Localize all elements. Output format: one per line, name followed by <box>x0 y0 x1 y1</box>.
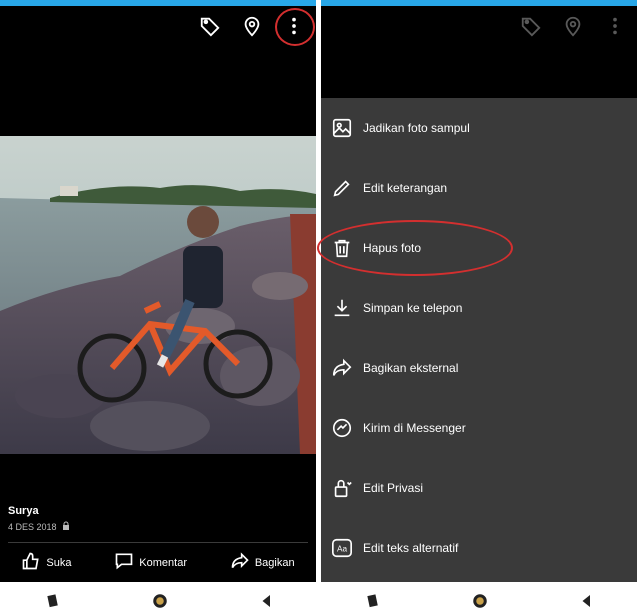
highlight-oval <box>317 220 513 276</box>
comment-icon <box>114 551 134 574</box>
alt-text-icon: Aa <box>331 537 353 559</box>
home-icon[interactable] <box>468 589 492 613</box>
tag-icon[interactable] <box>198 12 222 40</box>
pencil-icon <box>331 177 353 199</box>
svg-text:Aa: Aa <box>337 545 348 554</box>
location-icon[interactable] <box>240 12 264 40</box>
share-label: Bagikan <box>254 556 295 569</box>
system-navbar <box>0 586 640 615</box>
photo-toolbar-dimmed <box>519 12 627 40</box>
menu-item-send-messenger[interactable]: Kirim di Messenger <box>321 398 637 458</box>
menu-item-edit-privacy[interactable]: Edit Privasi <box>321 458 637 518</box>
navbar-left <box>0 586 320 615</box>
post-date: 4 DES 2018 <box>8 521 70 532</box>
like-button[interactable]: Suka <box>21 551 71 574</box>
back-icon[interactable] <box>255 589 279 613</box>
post-owner-name[interactable]: Surya <box>8 505 39 517</box>
menu-item-save-to-phone[interactable]: Simpan ke telepon <box>321 278 637 338</box>
more-options-icon <box>603 12 627 40</box>
comment-label: Komentar <box>139 556 187 569</box>
highlight-circle <box>275 8 315 46</box>
menu-item-label: Edit teks alternatif <box>363 541 459 555</box>
share-icon <box>230 551 250 574</box>
menu-item-label: Jadikan foto sampul <box>363 121 470 135</box>
home-icon[interactable] <box>148 589 172 613</box>
photo-options-menu: Jadikan foto sampul Edit keterangan Hapu… <box>321 98 637 582</box>
messenger-icon <box>331 417 353 439</box>
status-bar <box>321 0 637 6</box>
navbar-right <box>320 586 640 615</box>
menu-item-label: Kirim di Messenger <box>363 421 466 435</box>
back-icon[interactable] <box>575 589 599 613</box>
image-icon <box>331 117 353 139</box>
menu-item-edit-caption[interactable]: Edit keterangan <box>321 158 637 218</box>
share-button[interactable]: Bagikan <box>230 551 295 574</box>
comment-button[interactable]: Komentar <box>114 551 187 574</box>
divider <box>8 542 308 543</box>
menu-item-label: Edit Privasi <box>363 481 424 495</box>
menu-item-share-external[interactable]: Bagikan eksternal <box>321 338 637 398</box>
tag-icon <box>519 12 543 40</box>
photo-viewer-screen: Surya 4 DES 2018 Suka Komentar Bagikan <box>0 0 316 582</box>
like-icon <box>21 551 41 574</box>
like-label: Suka <box>46 556 72 569</box>
lock-icon <box>62 521 70 532</box>
menu-item-edit-alt-text[interactable]: Aa Edit teks alternatif <box>321 518 637 578</box>
download-icon <box>331 297 353 319</box>
recent-apps-icon[interactable] <box>41 589 65 613</box>
post-actions: Suka Komentar Bagikan <box>0 551 316 574</box>
location-icon <box>561 12 585 40</box>
status-bar <box>0 0 316 6</box>
share-icon <box>331 357 353 379</box>
lock-icon <box>331 477 353 499</box>
photo[interactable] <box>0 136 316 454</box>
photo-options-screen: Jadikan foto sampul Edit keterangan Hapu… <box>321 0 637 582</box>
menu-item-cover-photo[interactable]: Jadikan foto sampul <box>321 98 637 158</box>
menu-item-label: Simpan ke telepon <box>363 301 463 315</box>
post-date-text: 4 DES 2018 <box>8 521 57 532</box>
recent-apps-icon[interactable] <box>361 589 385 613</box>
menu-item-label: Bagikan eksternal <box>363 361 459 375</box>
menu-item-label: Edit keterangan <box>363 181 448 195</box>
